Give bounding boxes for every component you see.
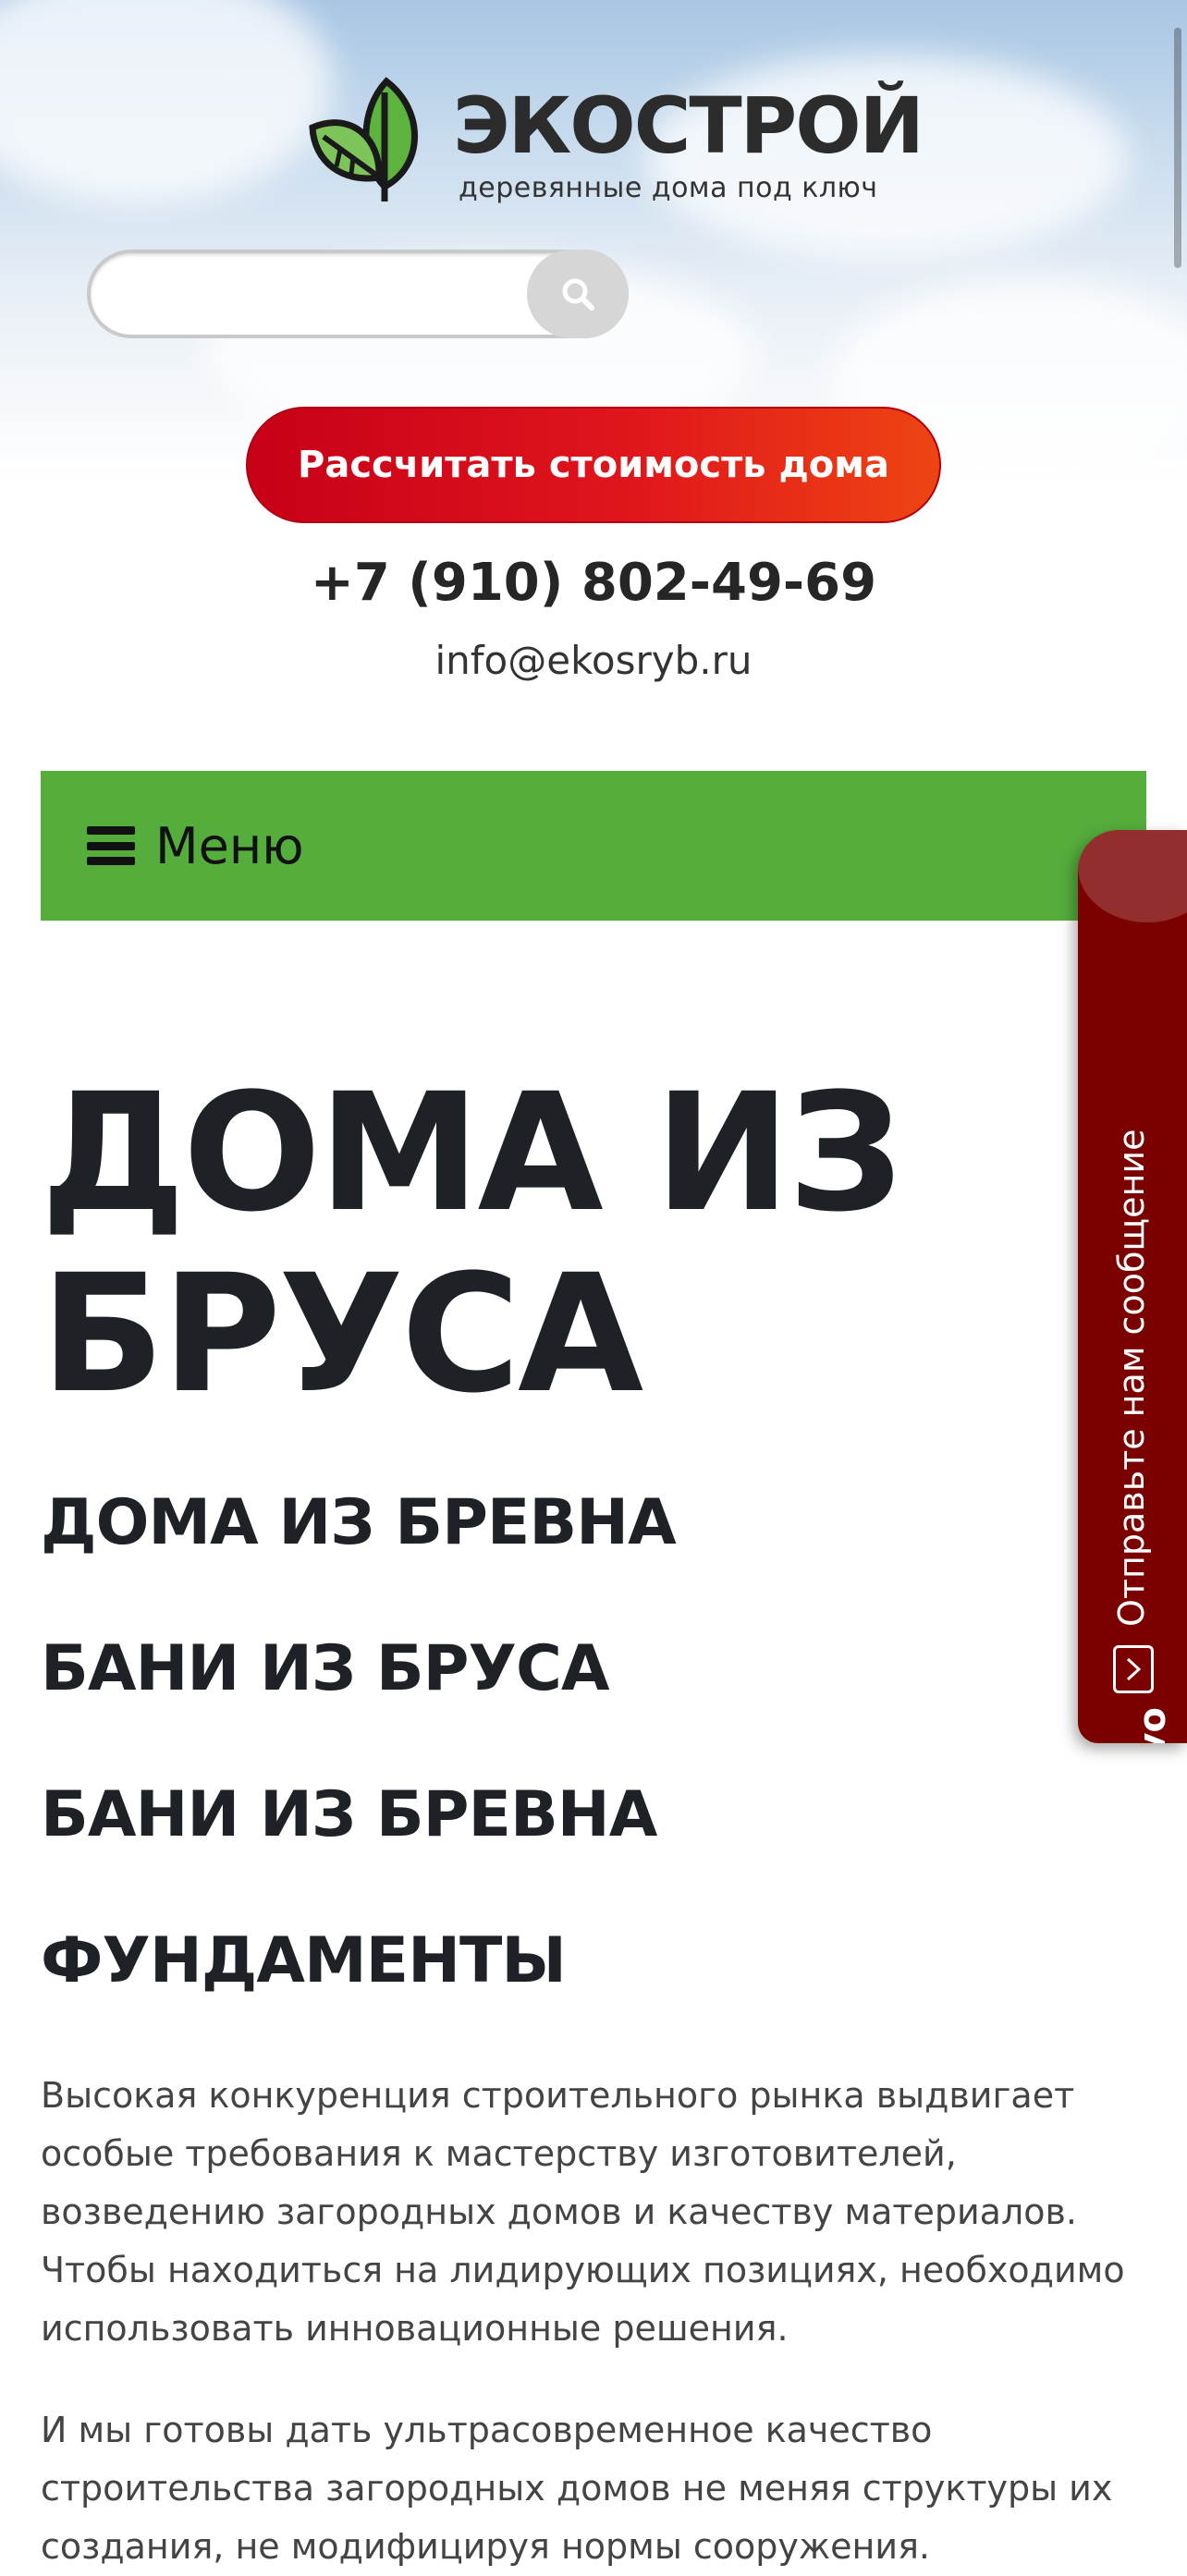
search-icon <box>562 278 594 311</box>
link-houses-log[interactable]: ДОМА ИЗ БРЕВНА <box>41 1492 677 1555</box>
hamburger-icon <box>87 826 135 865</box>
chat-widget-cap <box>1078 830 1187 922</box>
page-title: ДОМА ИЗ БРУСА <box>41 1058 903 1429</box>
chat-widget-label[interactable]: Отправьте нам сообщение <box>1111 1129 1152 1627</box>
menu-toggle[interactable]: Меню <box>41 771 1146 921</box>
email-link[interactable]: info@ekosryb.ru <box>0 638 1187 683</box>
site-logo[interactable]: ЭКОСТРОЙ деревянные дома под ключ <box>305 74 924 213</box>
link-baths-timber[interactable]: БАНИ ИЗ БРУСА <box>41 1638 609 1701</box>
calculate-cost-button[interactable]: Рассчитать стоимость дома <box>246 407 941 523</box>
jivo-logo: jivo <box>1132 1707 1174 1743</box>
chevron-right-icon[interactable] <box>1113 1645 1154 1693</box>
intro-paragraph: Высокая конкуренция строительного рынка … <box>41 2075 1125 2349</box>
logo-subtitle: деревянные дома под ключ <box>459 172 878 204</box>
search-button[interactable] <box>527 250 629 338</box>
scrollbar[interactable] <box>1174 28 1181 268</box>
menu-label: Меню <box>155 816 304 875</box>
leaf-logo-icon <box>309 77 418 201</box>
phone-link[interactable]: +7 (910) 802-49-69 <box>0 553 1187 613</box>
link-baths-log[interactable]: БАНИ ИЗ БРЕВНА <box>41 1784 657 1847</box>
search-input[interactable] <box>87 250 629 338</box>
second-paragraph: И мы готовы дать ультрасовременное качес… <box>41 2410 1113 2567</box>
logo-title: ЭКОСТРОЙ <box>453 80 924 171</box>
link-foundations[interactable]: ФУНДАМЕНТЫ <box>41 1930 567 1993</box>
